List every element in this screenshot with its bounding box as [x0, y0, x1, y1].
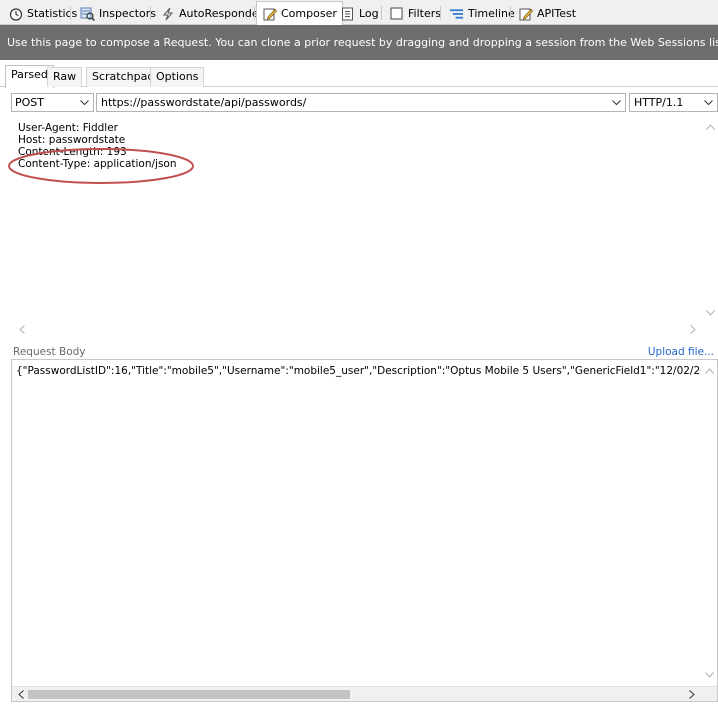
header-line: Host: passwordstate — [18, 134, 126, 146]
scroll-right-icon[interactable] — [686, 688, 698, 700]
tab-label: AutoResponder — [179, 7, 264, 20]
tab-label: Filters — [408, 7, 441, 20]
compose-icon — [262, 6, 277, 21]
chevron-down-icon — [702, 94, 714, 111]
tab-divider — [510, 6, 511, 20]
http-version-select[interactable]: HTTP/1.1 — [629, 93, 718, 112]
apitest-icon — [518, 6, 533, 21]
scrollbar-thumb[interactable] — [28, 690, 350, 699]
tab-label: Timeline — [468, 7, 515, 20]
tab-divider — [150, 6, 151, 20]
scroll-left-icon[interactable] — [15, 688, 27, 700]
tab-label: Log — [359, 7, 379, 20]
log-icon — [340, 6, 355, 21]
tab-inspectors[interactable]: Inspectors — [74, 3, 162, 24]
composer-subtab-strip: Parsed Raw Scratchpad Options — [0, 60, 718, 88]
scroll-left-icon[interactable] — [16, 323, 28, 335]
chevron-down-icon — [78, 94, 90, 111]
http-version-value: HTTP/1.1 — [634, 96, 684, 109]
subtab-options[interactable]: Options — [150, 67, 205, 87]
tab-divider — [381, 6, 382, 20]
tab-log[interactable]: Log — [334, 3, 385, 24]
composer-window: Statistics Inspectors AutoResponder Comp… — [0, 0, 718, 706]
tab-divider — [70, 6, 71, 20]
tab-autoresponder[interactable]: AutoResponder — [154, 3, 269, 24]
subtab-raw[interactable]: Raw — [47, 67, 83, 87]
upload-file-link[interactable]: Upload file... — [648, 346, 714, 358]
scroll-up-icon[interactable] — [704, 121, 716, 133]
tab-divider — [440, 6, 441, 20]
request-body-editor[interactable]: {"PasswordListID":16,"Title":"mobile5","… — [11, 359, 718, 702]
request-body-label: Request Body — [13, 346, 86, 358]
tab-label: APITest — [537, 7, 577, 20]
tab-divider — [254, 6, 255, 20]
header-line: User-Agent: Fiddler — [18, 122, 118, 134]
checkbox-icon — [389, 6, 404, 21]
http-method-value: POST — [15, 96, 44, 109]
tab-filters[interactable]: Filters — [383, 3, 447, 24]
tab-label: Composer — [281, 7, 337, 20]
scroll-down-icon[interactable] — [704, 307, 716, 319]
horizontal-scrollbar[interactable] — [12, 686, 717, 701]
lightning-icon — [160, 6, 175, 21]
tab-statistics[interactable]: Statistics — [2, 3, 83, 24]
url-input[interactable]: https://passwordstate/api/passwords/ — [96, 93, 626, 112]
main-tab-strip: Statistics Inspectors AutoResponder Comp… — [0, 0, 718, 26]
tab-label: Inspectors — [99, 7, 157, 20]
scroll-right-icon[interactable] — [687, 323, 699, 335]
composer-info-banner: Use this page to compose a Request. You … — [0, 25, 718, 60]
url-value: https://passwordstate/api/passwords/ — [101, 96, 307, 109]
http-method-select[interactable]: POST — [11, 93, 94, 112]
scroll-down-icon[interactable] — [703, 669, 715, 681]
tab-apitest[interactable]: APITest — [512, 3, 582, 24]
chevron-down-icon[interactable] — [610, 94, 622, 111]
tab-composer[interactable]: Composer — [256, 1, 343, 26]
annotation-ellipse — [8, 148, 194, 184]
request-body-text: {"PasswordListID":16,"Title":"mobile5","… — [16, 365, 701, 377]
inspect-icon — [80, 6, 95, 21]
timeline-icon — [449, 6, 464, 21]
scroll-up-icon[interactable] — [703, 365, 715, 377]
stopwatch-icon — [8, 6, 23, 21]
